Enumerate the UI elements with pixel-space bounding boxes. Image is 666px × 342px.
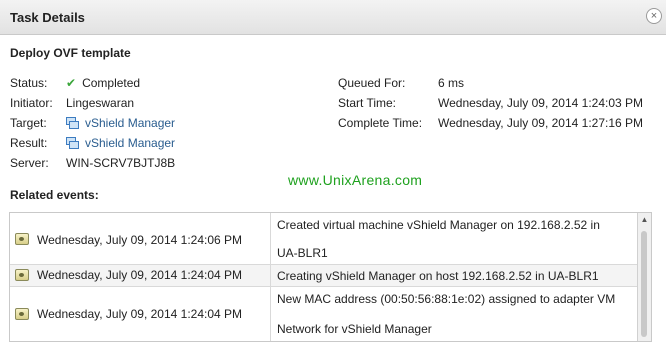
event-time-cell: Wednesday, July 09, 2014 1:24:04 PM: [10, 265, 271, 286]
complete-time-label: Complete Time:: [338, 116, 423, 130]
complete-time-value: Wednesday, July 09, 2014 1:27:16 PM: [438, 116, 644, 130]
event-description-line: Creating vShield Manager on host 192.168…: [277, 269, 599, 283]
result-link-wrap[interactable]: vShield Manager: [66, 136, 175, 150]
task-name: Deploy OVF template: [10, 46, 131, 60]
related-events-table: Wednesday, July 09, 2014 1:24:06 PM Crea…: [9, 212, 652, 342]
event-row[interactable]: Wednesday, July 09, 2014 1:24:04 PM New …: [10, 287, 638, 341]
event-description-line: Created virtual machine vShield Manager …: [277, 218, 600, 232]
event-icon: [15, 308, 29, 320]
server-row: Server: WIN-SCRV7BJTJ8B: [0, 156, 330, 172]
event-row[interactable]: Wednesday, July 09, 2014 1:24:04 PM Crea…: [10, 265, 638, 287]
start-time-value: Wednesday, July 09, 2014 1:24:03 PM: [438, 96, 644, 110]
event-description-line: UA-BLR1: [277, 246, 328, 260]
queued-value: 6 ms: [438, 76, 465, 90]
complete-time-row: Complete Time: Wednesday, July 09, 2014 …: [0, 116, 666, 132]
task-details-dialog: Task Details × Deploy OVF template Statu…: [0, 0, 666, 342]
event-icon: [15, 233, 29, 245]
queued-row: Queued For: 6 ms: [0, 76, 666, 92]
event-time: Wednesday, July 09, 2014 1:24:06 PM: [37, 233, 243, 247]
event-description-line: New MAC address (00:50:56:88:1e:02) assi…: [277, 292, 616, 306]
events-scrollbar[interactable]: ▲: [637, 213, 651, 341]
event-description-line: Network for vShield Manager: [277, 322, 432, 336]
event-description: Creating vShield Manager on host 192.168…: [277, 266, 599, 286]
watermark-text: www.UnixArena.com: [288, 172, 423, 188]
event-time-cell: Wednesday, July 09, 2014 1:24:06 PM: [10, 213, 271, 264]
close-icon[interactable]: ×: [646, 8, 662, 24]
result-row: Result: vShield Manager: [0, 136, 330, 152]
result-label: Result:: [10, 136, 48, 150]
event-time: Wednesday, July 09, 2014 1:24:04 PM: [37, 307, 243, 321]
start-time-label: Start Time:: [338, 96, 397, 110]
queued-label: Queued For:: [338, 76, 406, 90]
scrollbar-thumb[interactable]: [641, 231, 647, 337]
start-time-row: Start Time: Wednesday, July 09, 2014 1:2…: [0, 96, 666, 112]
event-icon: [15, 269, 29, 281]
event-time-cell: Wednesday, July 09, 2014 1:24:04 PM: [10, 287, 271, 341]
event-time: Wednesday, July 09, 2014 1:24:04 PM: [37, 268, 243, 282]
related-events-title: Related events:: [10, 188, 99, 202]
event-row[interactable]: Wednesday, July 09, 2014 1:24:06 PM Crea…: [10, 213, 638, 265]
dialog-titlebar: Task Details ×: [0, 0, 666, 35]
scroll-up-arrow-icon[interactable]: ▲: [639, 214, 650, 226]
server-label: Server:: [10, 156, 49, 170]
server-value: WIN-SCRV7BJTJ8B: [66, 156, 176, 170]
event-description: New MAC address (00:50:56:88:1e:02) assi…: [277, 289, 615, 339]
event-description: Created virtual machine vShield Manager …: [277, 215, 600, 263]
result-link[interactable]: vShield Manager: [85, 136, 175, 150]
vm-icon: [66, 137, 79, 149]
dialog-title: Task Details: [10, 10, 85, 25]
